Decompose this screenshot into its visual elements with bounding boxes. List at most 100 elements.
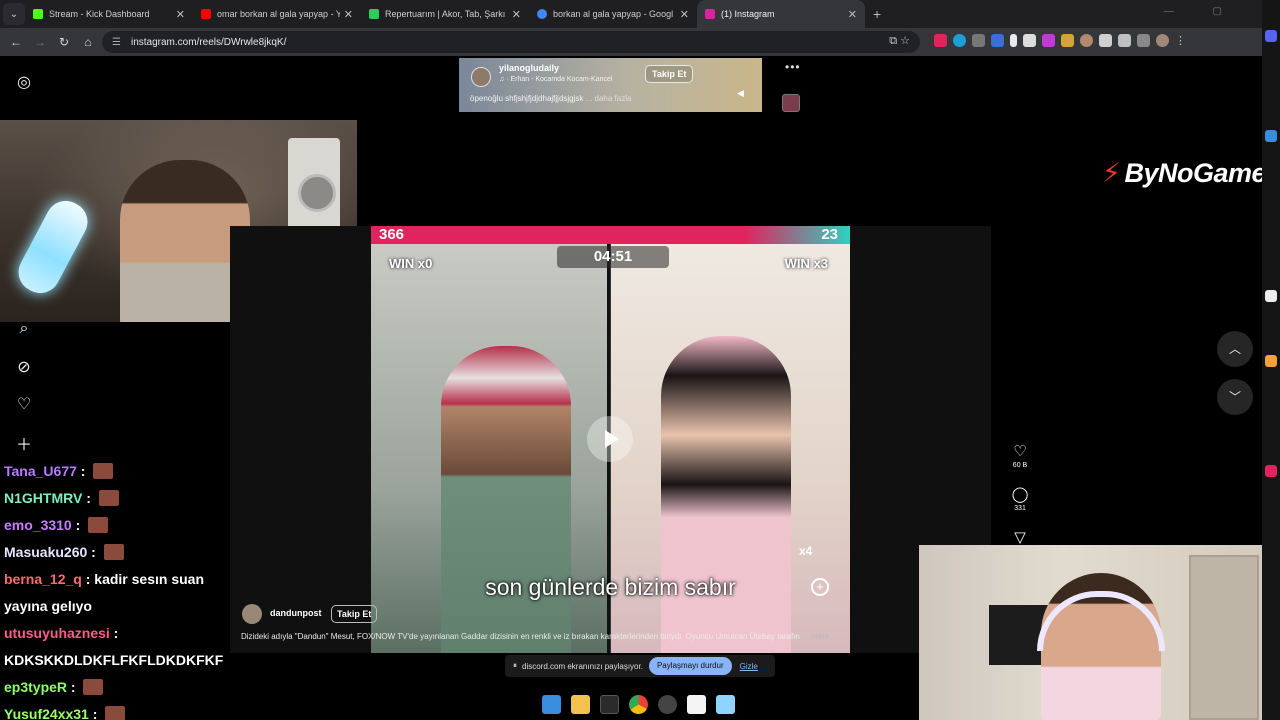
app-icon[interactable] [1265, 355, 1277, 367]
tab-close-icon[interactable]: ✕ [680, 8, 689, 21]
tab-youtube[interactable]: omar borkan al gala yapyap - Y ✕ [193, 0, 361, 28]
kick-favicon-icon [33, 9, 43, 19]
audio-thumbnail[interactable] [782, 94, 800, 112]
guest-webcam [919, 545, 1280, 720]
reel-video[interactable]: 366 23 WIN x0 WIN x3 04:51 x4 son günler… [371, 226, 850, 653]
comment-bubble-icon[interactable]: ◯ [1008, 487, 1032, 503]
heart-icon[interactable]: ♡ [1008, 444, 1032, 460]
chat-message: berna_12_q : kadir sesın suan [4, 566, 254, 593]
google-favicon-icon [537, 9, 547, 19]
win-counter-right: WIN x3 [784, 256, 828, 271]
more-options-icon[interactable]: ••• [785, 60, 801, 74]
share-action[interactable]: ▽ [1008, 530, 1032, 546]
mute-icon[interactable]: ◀︎ [737, 88, 744, 99]
bookmark-star-icon[interactable]: ⧉ ☆ [889, 34, 910, 48]
chat-username[interactable]: emo_3310 [4, 517, 72, 533]
screen: ⌄ Stream - Kick Dashboard ✕ omar borkan … [0, 0, 1280, 720]
tab-close-icon[interactable]: ✕ [176, 8, 185, 21]
notifications-heart-icon[interactable]: ♡ [14, 394, 34, 414]
repertuar-favicon-icon [369, 9, 379, 19]
address-bar[interactable]: ☰ instagram.com/reels/DWrwle8jkqK/ ⧉ ☆ [102, 31, 920, 53]
extension-icon[interactable] [1042, 34, 1055, 47]
tab-kick-dashboard[interactable]: Stream - Kick Dashboard ✕ [25, 0, 193, 28]
preview-username[interactable]: yilanogludaily [499, 63, 559, 73]
profile-avatar[interactable] [1156, 34, 1169, 47]
chrome-icon[interactable] [629, 695, 648, 714]
extension-icon[interactable] [1080, 34, 1093, 47]
tab-instagram[interactable]: (1) Instagram ✕ [697, 0, 865, 28]
tab-close-icon[interactable]: ✕ [512, 8, 521, 21]
stop-sharing-button[interactable]: Paylaşmayı durdur [648, 657, 732, 675]
extension-icon[interactable] [953, 34, 966, 47]
tab-repertuarim[interactable]: Repertuarım | Akor, Tab, Şarkı S ✕ [361, 0, 529, 28]
notes-icon[interactable] [716, 695, 735, 714]
preview-follow-button[interactable]: Takip Et [645, 65, 694, 83]
tab-title: Stream - Kick Dashboard [49, 9, 150, 19]
terminal-icon[interactable] [600, 695, 619, 714]
pause-icon: ⏸ [513, 661, 517, 670]
instagram-logo-icon[interactable]: ◎ [14, 72, 34, 92]
reload-icon[interactable]: ↻ [52, 35, 76, 49]
chat-username[interactable]: utusuyuhaznesi [4, 625, 110, 641]
obs-icon[interactable] [658, 695, 677, 714]
notepad-icon[interactable] [687, 695, 706, 714]
file-explorer-icon[interactable] [571, 695, 590, 714]
windows-start-icon[interactable] [542, 695, 561, 714]
puzzle-icon[interactable] [1118, 34, 1131, 47]
tab-search-icon[interactable]: ⌄ [3, 3, 25, 25]
previous-reel-button[interactable]: ︿ [1217, 331, 1253, 367]
play-icon[interactable] [587, 416, 633, 462]
chat-username[interactable]: Tana_U677 [4, 463, 77, 479]
home-icon[interactable]: ⌂ [76, 35, 100, 49]
search-icon[interactable]: ⌕ [14, 320, 34, 338]
door [1189, 555, 1259, 720]
like-action[interactable]: ♡ 60 B [1008, 444, 1032, 470]
author-username[interactable]: dandunpost [270, 608, 322, 618]
tab-close-icon[interactable]: ✕ [848, 8, 857, 21]
site-info-icon[interactable]: ☰ [112, 37, 121, 48]
playlist-icon[interactable] [1137, 34, 1150, 47]
chat-text: KDKSKKDLDKFLFKFLDKDKFKF [4, 652, 224, 668]
app-icon[interactable] [1265, 290, 1277, 302]
menu-dots-icon[interactable]: ⋮ [1175, 34, 1186, 47]
next-reel-button[interactable]: ﹀ [1217, 379, 1253, 415]
chat-message: ep3typeR : [4, 674, 254, 701]
send-icon[interactable]: ▽ [1008, 530, 1032, 546]
chat-message: utusuyuhaznesi : [4, 620, 254, 647]
caption-more-link[interactable]: ... daha [802, 632, 829, 641]
author-follow-button[interactable]: Takip Et [331, 605, 378, 623]
extension-icon[interactable] [1023, 34, 1036, 47]
app-icon[interactable] [1265, 30, 1277, 42]
chat-username[interactable]: ep3typeR [4, 679, 67, 695]
app-icon[interactable] [1265, 465, 1277, 477]
chat-username[interactable]: N1GHTMRV [4, 490, 82, 506]
avatar[interactable] [471, 67, 491, 87]
screen-share-bar: ⏸ discord.com ekranınızı paylaşıyor. Pay… [505, 655, 775, 677]
chat-username[interactable]: Yusuf24xx31 [4, 706, 89, 720]
comment-count: 331 [1014, 505, 1026, 512]
forward-icon[interactable]: → [28, 35, 52, 49]
tab-google[interactable]: borkan al gala yapyap - Googl ✕ [529, 0, 697, 28]
preview-more-link[interactable]: ... daha fazla [586, 94, 632, 103]
comment-action[interactable]: ◯ 331 [1008, 487, 1032, 513]
shield-icon[interactable] [1099, 34, 1112, 47]
extension-icon[interactable] [972, 34, 985, 47]
chat-username[interactable]: Masuaku260 [4, 544, 87, 560]
stream-chat: Tana_U677 : N1GHTMRV : emo_3310 : Masuak… [4, 458, 254, 720]
previous-reel-preview[interactable]: yilanogludaily ♫ · Erhan - Kocamda Kocam… [459, 58, 762, 112]
extension-icon[interactable] [1061, 34, 1074, 47]
extension-icon[interactable] [991, 34, 1004, 47]
adblock-extension-icon[interactable] [934, 34, 947, 47]
extension-icon[interactable] [1010, 34, 1017, 47]
new-tab-button[interactable]: + [873, 6, 881, 22]
create-plus-icon[interactable]: ＋ [14, 431, 34, 455]
tab-close-icon[interactable]: ✕ [344, 8, 353, 21]
preview-song[interactable]: ♫ · Erhan - Kocamda Kocam-Kancel [499, 76, 612, 83]
window-controls[interactable]: — ▢ [1164, 6, 1240, 17]
tab-title: (1) Instagram [721, 9, 775, 19]
chat-username[interactable]: berna_12_q [4, 571, 82, 587]
back-icon[interactable]: ← [4, 35, 28, 49]
explore-compass-icon[interactable]: ⊘ [14, 357, 34, 377]
app-icon[interactable] [1265, 130, 1277, 142]
hide-share-bar-link[interactable]: Gizle [740, 662, 758, 671]
